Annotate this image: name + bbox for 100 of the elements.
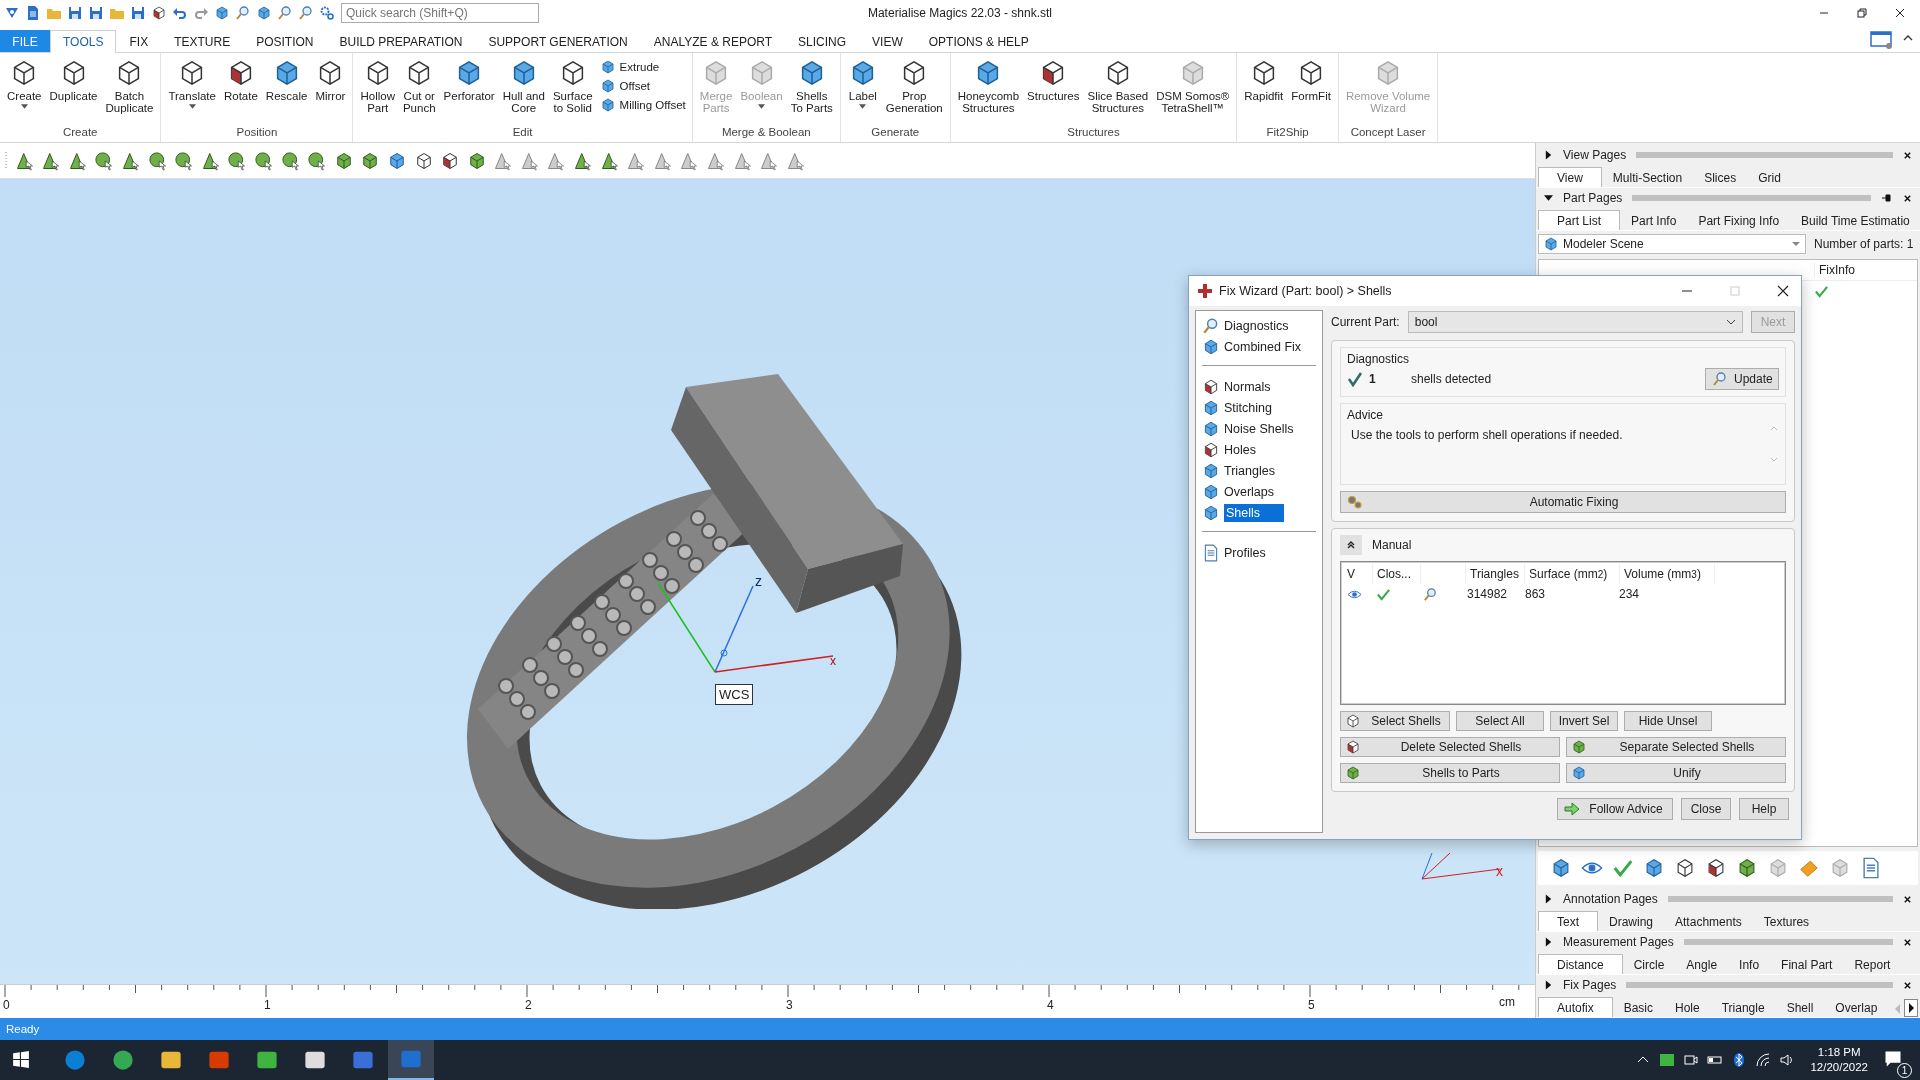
part-tool-icon[interactable] xyxy=(1643,857,1665,879)
close-icon[interactable] xyxy=(1894,7,1906,19)
panel-tab[interactable]: Final Part xyxy=(1770,954,1844,974)
ribbon-button[interactable]: Honeycomb Structures xyxy=(954,56,1023,126)
scene-dropdown[interactable]: Modeler Scene xyxy=(1538,234,1806,254)
triangle-select-icon[interactable] xyxy=(626,150,647,171)
triangle-select-icon[interactable] xyxy=(679,150,700,171)
panel-tab[interactable]: Shell xyxy=(1775,997,1825,1017)
close-icon[interactable] xyxy=(1903,150,1912,160)
ribbon-button[interactable]: Hollow Part xyxy=(357,56,398,126)
part-tool-icon[interactable] xyxy=(1674,857,1696,879)
ribbon-button[interactable]: Translate xyxy=(165,56,219,126)
save-icon[interactable] xyxy=(130,5,146,21)
pin-icon[interactable] xyxy=(1881,193,1893,203)
panel-tab[interactable]: Drawing xyxy=(1598,911,1665,931)
cube-icon[interactable] xyxy=(256,5,272,21)
close-icon[interactable] xyxy=(1903,980,1912,990)
shape-select-icon[interactable] xyxy=(253,150,274,171)
ribbon-button[interactable]: Offset xyxy=(597,77,688,95)
ribbon-button[interactable]: Create xyxy=(4,56,45,126)
menu-tab[interactable]: SUPPORT GENERATION xyxy=(475,30,641,52)
ribbon-button[interactable]: Label xyxy=(844,56,881,126)
shell-action-button[interactable]: Invert Sel xyxy=(1550,711,1618,731)
wizard-step[interactable]: Diagnostics xyxy=(1202,315,1316,336)
shape-select-icon[interactable] xyxy=(174,150,195,171)
wizard-step[interactable]: Overlaps xyxy=(1202,481,1316,502)
update-button[interactable]: Update xyxy=(1705,368,1779,390)
triangle-select-icon[interactable] xyxy=(706,150,727,171)
triangle-select-icon[interactable] xyxy=(14,150,35,171)
ribbon-button[interactable]: Milling Offset xyxy=(597,96,688,114)
triangle-select-icon[interactable] xyxy=(546,150,567,171)
wizard-step[interactable]: Stitching xyxy=(1202,397,1316,418)
wizard-step[interactable]: Noise Shells xyxy=(1202,418,1316,439)
wizard-step[interactable]: Triangles xyxy=(1202,460,1316,481)
ribbon-button[interactable]: Surface to Solid xyxy=(549,56,596,126)
save-icon[interactable] xyxy=(67,5,83,21)
shape-select-icon[interactable] xyxy=(147,150,168,171)
ribbon-button[interactable]: Mirror xyxy=(312,56,349,126)
shell-action-button[interactable]: Delete Selected Shells xyxy=(1340,737,1560,757)
panel-tab[interactable]: Build Time Estimatio xyxy=(1790,210,1920,230)
dialog-button[interactable]: Follow Advice xyxy=(1557,798,1673,820)
dialog-button[interactable]: Help xyxy=(1739,798,1789,820)
ribbon-button[interactable]: Structures xyxy=(1024,56,1083,126)
cube-icon[interactable] xyxy=(214,5,230,21)
panel-tab[interactable]: Autofix xyxy=(1538,997,1613,1017)
menu-tab[interactable]: OPTIONS & HELP xyxy=(915,30,1042,52)
triangle-select-icon[interactable] xyxy=(493,150,514,171)
gear-icon[interactable] xyxy=(319,5,335,21)
triangle-select-icon[interactable] xyxy=(120,150,141,171)
collapse-button[interactable] xyxy=(1340,535,1362,555)
wifi-icon[interactable] xyxy=(1755,1052,1772,1068)
triangle-select-icon[interactable] xyxy=(41,150,62,171)
ribbon-button[interactable]: Rapidfit xyxy=(1241,56,1287,126)
collapse-arrow-icon[interactable] xyxy=(1544,193,1553,203)
zoom-icon[interactable] xyxy=(235,5,251,21)
wizard-step[interactable]: Normals xyxy=(1202,376,1316,397)
triangle-select-icon[interactable] xyxy=(573,150,594,171)
shell-action-button[interactable]: Shells to Parts xyxy=(1340,763,1560,783)
menu-tab[interactable]: POSITION xyxy=(243,30,327,52)
ribbon-button[interactable]: Duplicate xyxy=(46,56,101,126)
panel-tab[interactable]: Part Info xyxy=(1620,210,1688,230)
panel-tab[interactable]: Angle xyxy=(1675,954,1729,974)
close-icon[interactable] xyxy=(1903,894,1912,904)
panel-tab[interactable]: Grid xyxy=(1747,167,1792,187)
shape-select-icon[interactable] xyxy=(227,150,248,171)
panel-tab[interactable]: Distance xyxy=(1538,954,1623,974)
menu-tab[interactable]: BUILD PREPARATION xyxy=(326,30,476,52)
menu-tab[interactable]: FIX xyxy=(116,30,162,52)
panel-tab[interactable]: View xyxy=(1538,167,1602,187)
panel-tab[interactable]: Overlap xyxy=(1824,997,1889,1017)
ribbon-button[interactable]: FormFit xyxy=(1288,56,1334,126)
clock[interactable]: 1:18 PM 12/20/2022 xyxy=(1810,1045,1868,1075)
triangle-select-icon[interactable] xyxy=(732,150,753,171)
expand-arrow-icon[interactable] xyxy=(1544,894,1553,904)
panel-tab[interactable]: Slices xyxy=(1693,167,1748,187)
close-icon[interactable] xyxy=(1777,285,1789,297)
ribbon-button[interactable]: Hull and Core xyxy=(499,56,548,126)
close-icon[interactable] xyxy=(1903,937,1912,947)
menu-tab[interactable]: VIEW xyxy=(859,30,916,52)
shape-select-icon[interactable] xyxy=(307,150,328,171)
menu-tab[interactable]: SLICING xyxy=(785,30,860,52)
panel-tab[interactable]: Part List xyxy=(1538,210,1620,230)
ribbon-button[interactable]: Batch Duplicate xyxy=(102,56,157,126)
triangle-select-icon[interactable] xyxy=(759,150,780,171)
panel-tab[interactable]: Triangle xyxy=(1710,997,1776,1017)
ribbon-button[interactable]: Rescale xyxy=(262,56,311,126)
expand-arrow-icon[interactable] xyxy=(1544,937,1553,947)
shell-action-button[interactable]: Separate Selected Shells xyxy=(1566,737,1786,757)
window-settings-icon[interactable] xyxy=(1870,30,1894,50)
start-icon[interactable] xyxy=(12,1051,30,1069)
shell-action-button[interactable]: Select All xyxy=(1456,711,1544,731)
triangle-select-icon[interactable] xyxy=(519,150,540,171)
triangle-select-icon[interactable] xyxy=(652,150,673,171)
panel-tab[interactable]: Basic xyxy=(1612,997,1665,1017)
zoom-icon[interactable] xyxy=(298,5,314,21)
panel-tab[interactable]: Part Fixing Info xyxy=(1687,210,1791,230)
automatic-fixing-button[interactable]: Automatic Fixing xyxy=(1340,491,1786,513)
triangle-select-icon[interactable] xyxy=(599,150,620,171)
panel-tab[interactable]: Attachments xyxy=(1664,911,1753,931)
document-icon[interactable] xyxy=(25,5,41,21)
